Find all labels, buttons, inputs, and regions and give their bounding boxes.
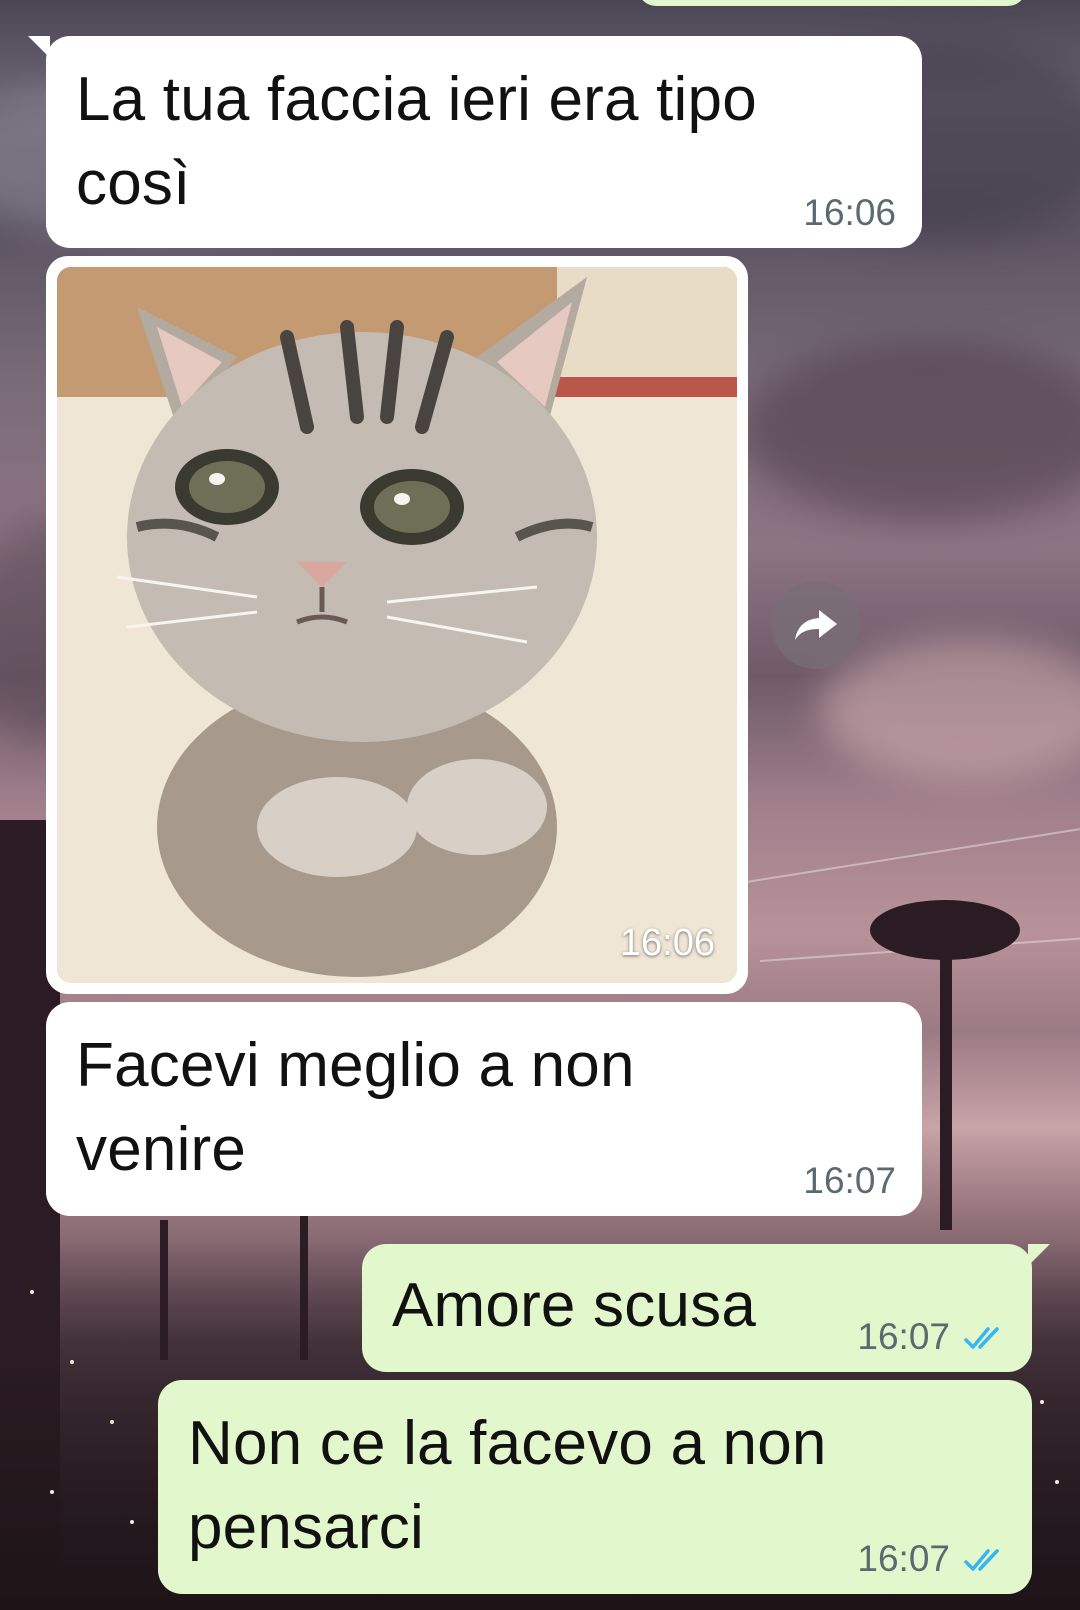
message-timestamp: 16:06: [803, 192, 896, 233]
forward-arrow-icon: [795, 610, 837, 640]
forward-button[interactable]: [772, 581, 860, 669]
message-timestamp: 16:07: [857, 1316, 950, 1357]
incoming-message-bubble[interactable]: La tua faccia ieri era tipo così 16:06: [28, 36, 922, 248]
bubble-tail: [28, 36, 50, 58]
chat-screen: La tua faccia ieri era tipo così 16:06 1…: [0, 0, 1080, 1610]
outgoing-message-bubble[interactable]: Amore scusa 16:07: [362, 1244, 1050, 1372]
message-timestamp: 16:07: [857, 1538, 950, 1579]
cat-illustration: [57, 267, 737, 983]
outgoing-message-bubble[interactable]: Non ce la facevo a non pensarci 16:07: [158, 1380, 1032, 1594]
message-text: Facevi meglio a non venire: [76, 1031, 635, 1184]
incoming-message-bubble[interactable]: Facevi meglio a non venire 16:07: [46, 1002, 922, 1216]
sad-cat-photo[interactable]: 16:06: [57, 267, 737, 983]
message-timestamp: 16:07: [803, 1160, 896, 1201]
bubble-tail: [1028, 1244, 1050, 1266]
image-message-bubble[interactable]: 16:06: [46, 256, 748, 994]
previous-message-bubble[interactable]: [638, 0, 1026, 6]
double-check-icon: [964, 1549, 999, 1571]
double-check-icon: [964, 1327, 999, 1349]
image-timestamp: 16:06: [619, 922, 715, 964]
message-text: La tua faccia ieri era tipo così: [76, 65, 757, 218]
